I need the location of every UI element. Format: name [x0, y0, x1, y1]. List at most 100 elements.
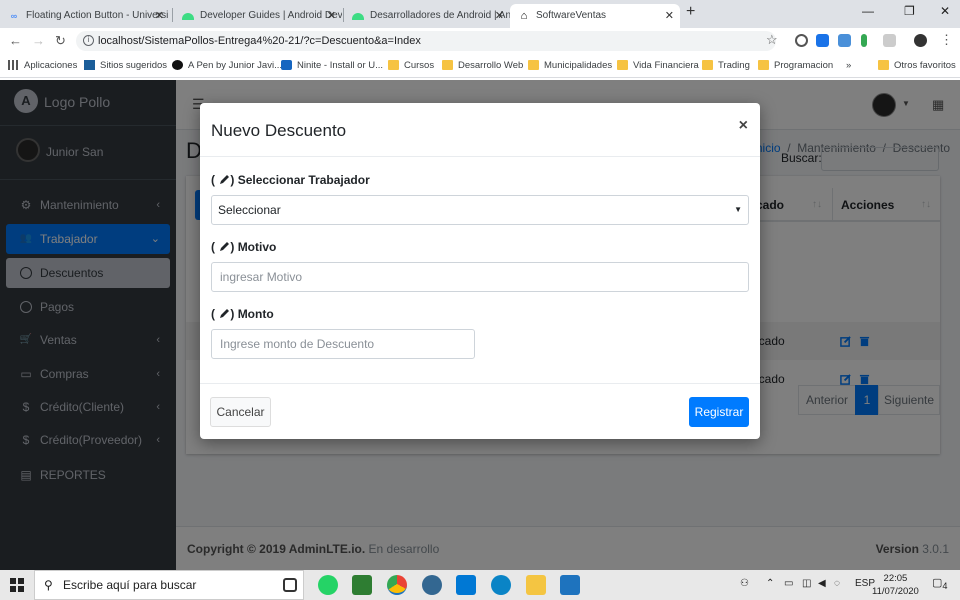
- bookmark-folder[interactable]: Municipalidades: [528, 54, 612, 78]
- volume-icon[interactable]: ◀: [818, 578, 826, 589]
- bookmark-folder[interactable]: Programacion: [758, 54, 833, 78]
- back-icon[interactable]: ←: [9, 33, 22, 48]
- window-close-icon[interactable]: ✕: [940, 4, 950, 18]
- bookmark-apps[interactable]: Aplicaciones: [8, 54, 77, 78]
- browser-tab[interactable]: ∞ Floating Action Button - Universi ✕: [0, 4, 170, 28]
- tab-title: Desarrolladores de Android | An: [370, 10, 510, 21]
- select-value: Seleccionar: [218, 203, 281, 217]
- bookmark-folder[interactable]: Cursos: [388, 54, 434, 78]
- browser-tab[interactable]: Desarrolladores de Android | An ✕: [344, 4, 510, 28]
- taskbar-search[interactable]: ⚲ Escribe aquí para buscar: [34, 570, 304, 600]
- motivo-input[interactable]: [211, 262, 749, 292]
- reload-icon[interactable]: ↻: [55, 33, 66, 49]
- tab-title: Floating Action Button - Universi: [26, 10, 169, 21]
- new-tab-button[interactable]: +: [686, 3, 695, 21]
- bookmark-label: Programacion: [774, 60, 834, 71]
- menu-icon[interactable]: ⋮: [940, 32, 953, 48]
- bookmark-label: Municipalidades: [544, 60, 613, 71]
- paren: (: [211, 173, 215, 187]
- network-icon[interactable]: ◫: [802, 578, 811, 589]
- people-icon[interactable]: ⚇: [740, 578, 749, 589]
- monto-input[interactable]: [211, 329, 475, 359]
- browser-tab[interactable]: Developer Guides | Android Dev ✕: [174, 4, 342, 28]
- bookmark-item[interactable]: Sitios sugeridos: [84, 54, 167, 78]
- address-bar[interactable]: i localhost/SistemaPollos-Entrega4%20-21…: [76, 31, 776, 51]
- bookmarks-bar: Aplicaciones Sitios sugeridos A Pen by J…: [0, 54, 960, 78]
- profile-avatar[interactable]: [914, 34, 927, 47]
- battery-icon[interactable]: ▭: [784, 578, 793, 589]
- wifi-icon[interactable]: ◌: [834, 578, 840, 589]
- task-view-icon[interactable]: [283, 578, 297, 592]
- folder-icon: [528, 60, 539, 70]
- bookmark-folder[interactable]: Trading: [702, 54, 750, 78]
- browser-tab-active[interactable]: ⌂ SoftwareVentas ✕: [510, 4, 680, 28]
- bookmark-label: Cursos: [404, 60, 435, 71]
- taskbar-clock[interactable]: 22:05 11/07/2020: [872, 572, 919, 598]
- cancel-button[interactable]: Cancelar: [210, 397, 271, 427]
- restore-icon[interactable]: ❐: [904, 4, 915, 18]
- folder-icon: [878, 60, 889, 70]
- folder-icon: [758, 60, 769, 70]
- bookmark-item[interactable]: A Pen by Junior Javi...: [172, 54, 282, 78]
- store-icon[interactable]: [456, 575, 476, 595]
- bookmark-folder[interactable]: Desarrollo Web: [442, 54, 523, 78]
- bookmark-label: Desarrollo Web: [458, 60, 524, 71]
- trabajador-select[interactable]: Seleccionar ▼: [211, 195, 749, 225]
- app-icon[interactable]: [560, 575, 580, 595]
- folder-icon: [388, 60, 399, 70]
- chevron-up-icon[interactable]: ⌃: [766, 578, 774, 589]
- paren: (: [211, 307, 215, 321]
- bookmark-label: A Pen by Junior Javi...: [188, 60, 282, 71]
- bookmark-label: Vida Financiera: [633, 60, 699, 71]
- windows-start-icon[interactable]: [10, 578, 24, 592]
- bookmarks-overflow-button[interactable]: »: [846, 54, 851, 78]
- infinity-icon: ∞: [10, 11, 18, 21]
- field-label-text: Motivo: [237, 240, 277, 254]
- edge-icon[interactable]: [491, 575, 511, 595]
- extension-icon[interactable]: [861, 34, 867, 47]
- monto-label: ( ) Monto: [211, 307, 274, 321]
- pencil-icon: [220, 309, 230, 318]
- modal-header: Nuevo Descuento ×: [200, 103, 760, 157]
- app-icon[interactable]: [352, 575, 372, 595]
- extension-icon[interactable]: [816, 34, 829, 47]
- modal-title: Nuevo Descuento: [211, 121, 347, 140]
- close-tab-icon[interactable]: ✕: [495, 4, 504, 28]
- modal-footer: Cancelar Registrar: [200, 383, 760, 439]
- star-icon[interactable]: ☆: [766, 32, 778, 48]
- notification-center-icon[interactable]: ▢4: [932, 576, 948, 591]
- file-explorer-icon[interactable]: [526, 575, 546, 595]
- paren: (: [211, 240, 215, 254]
- chevron-double-icon: »: [846, 60, 852, 71]
- caret-down-icon: ▼: [734, 205, 742, 214]
- modal-nuevo-descuento: Nuevo Descuento × ( ) Seleccionar Trabaj…: [200, 103, 760, 439]
- close-tab-icon[interactable]: ✕: [155, 4, 164, 28]
- translate-icon[interactable]: [838, 34, 851, 47]
- bookmark-label: Trading: [718, 60, 750, 71]
- whatsapp-icon[interactable]: [318, 575, 338, 595]
- info-icon[interactable]: i: [83, 35, 94, 46]
- tab-title: SoftwareVentas: [536, 10, 607, 21]
- minimize-icon[interactable]: —: [862, 4, 874, 18]
- bookmark-item[interactable]: Ninite - Install or U...: [281, 54, 383, 78]
- forward-icon[interactable]: →: [32, 33, 45, 48]
- close-icon[interactable]: ×: [739, 117, 748, 135]
- register-button[interactable]: Registrar: [689, 397, 749, 427]
- extension-icon[interactable]: [883, 34, 896, 47]
- pencil-icon: [220, 242, 230, 251]
- bookmark-folder[interactable]: Vida Financiera: [617, 54, 699, 78]
- bookmark-folder[interactable]: Otros favoritos: [878, 54, 956, 78]
- codepen-icon: [172, 60, 183, 70]
- close-tab-icon[interactable]: ✕: [665, 4, 674, 28]
- close-tab-icon[interactable]: ✕: [327, 4, 336, 28]
- browser-tab-strip: ∞ Floating Action Button - Universi ✕ De…: [0, 0, 960, 28]
- notification-count: 4: [942, 581, 948, 592]
- extension-icon[interactable]: [795, 34, 808, 47]
- field-label-text: Seleccionar Trabajador: [237, 173, 370, 187]
- windows-taskbar: ⚲ Escribe aquí para buscar ⚇ ⌃ ▭ ◫ ◀ ◌ E…: [0, 570, 960, 600]
- postgres-icon[interactable]: [422, 575, 442, 595]
- paren: ): [230, 173, 235, 187]
- trabajador-label: ( ) Seleccionar Trabajador: [211, 173, 370, 187]
- field-label-text: Monto: [237, 307, 274, 321]
- chrome-icon[interactable]: [387, 575, 407, 595]
